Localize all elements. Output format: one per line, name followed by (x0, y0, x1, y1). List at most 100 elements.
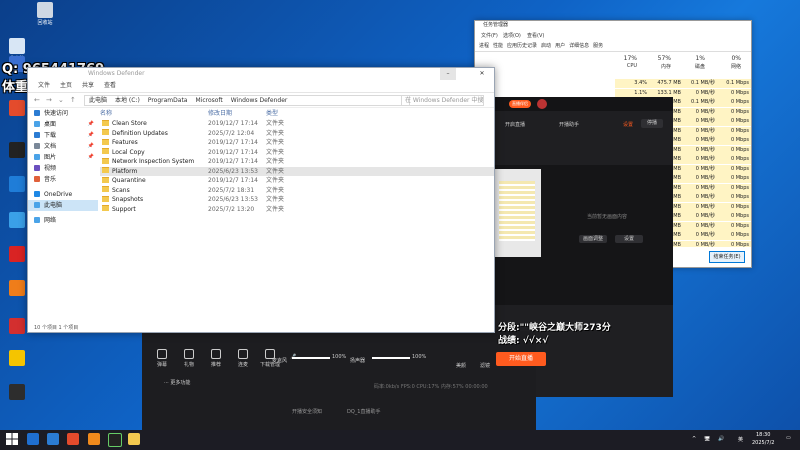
nav-item[interactable]: 此电脑 (28, 200, 98, 211)
nav-item[interactable]: 下载 📌 (28, 130, 98, 141)
folder-icon (102, 176, 109, 183)
taskbar-explorer-icon[interactable] (47, 433, 59, 445)
breadcrumb[interactable]: 此电脑 本地 (C:) ProgramData Microsoft Windows De… (84, 95, 410, 106)
nav-item[interactable]: OneDrive (28, 189, 98, 200)
close-icon[interactable]: ✕ (474, 68, 490, 80)
nav-item[interactable]: 音乐 (28, 174, 98, 185)
task-manager-tab[interactable]: 启动 (541, 41, 551, 51)
desktop-icon[interactable] (0, 350, 34, 368)
breadcrumb-item[interactable]: ProgramData (148, 97, 188, 104)
menu-file[interactable]: 文件(F) (481, 32, 498, 39)
feature-button[interactable]: 连麦 (231, 349, 255, 368)
task-manager-tab[interactable]: 用户 (555, 41, 565, 51)
breadcrumb-item[interactable]: Microsoft (195, 97, 222, 104)
disk-label[interactable]: 磁盘 (683, 63, 705, 70)
mic-slider[interactable] (292, 357, 330, 359)
search-input[interactable]: 在 Windows Defender 中搜索 (401, 95, 484, 106)
file-type: 文件夹 (266, 196, 285, 203)
file-row[interactable]: Clean Store 2019/12/7 17:14 文件夹 (100, 119, 494, 129)
taskbar-app-icon[interactable] (108, 433, 122, 447)
column-name[interactable]: 名称 (100, 108, 112, 119)
notification-icon[interactable]: ▭ (786, 435, 791, 441)
breadcrumb-item[interactable]: 此电脑 (89, 97, 107, 104)
nav-item[interactable]: 视频 (28, 163, 98, 174)
desktop-icon[interactable]: 回收站 (28, 2, 62, 26)
minimize-button[interactable]: – (440, 68, 456, 80)
adjust-button[interactable]: 画面调整 (579, 235, 607, 243)
ribbon-tab[interactable]: 共享 (82, 80, 94, 92)
beauty-button[interactable]: 美颜 (456, 362, 466, 369)
file-row[interactable]: Support 2025/7/2 13:20 文件夹 (100, 205, 494, 215)
process-cell: 0 MB/秒 (683, 88, 717, 98)
file-row[interactable]: Snapshots 2025/6/23 13:53 文件夹 (100, 195, 494, 205)
nav-item[interactable]: 网络 (28, 215, 98, 226)
cpu-label[interactable]: CPU (615, 63, 637, 69)
file-row[interactable]: Features 2019/12/7 17:14 文件夹 (100, 138, 494, 148)
file-row[interactable]: Network Inspection System 2019/12/7 17:14… (100, 157, 494, 167)
memory-label[interactable]: 内存 (649, 63, 671, 70)
user-avatar[interactable] (537, 99, 547, 109)
recent-chevron-icon[interactable]: ⌄ (58, 96, 64, 104)
desktop-icon[interactable] (0, 384, 34, 402)
footer-assistant-link[interactable]: DQ_1直播助手 (347, 408, 380, 415)
tab-assistant[interactable]: 开播助手 (559, 121, 579, 128)
nav-item[interactable]: 文档 📌 (28, 141, 98, 152)
file-explorer-window[interactable]: Windows Defender – ✕ 文件 主页 共享 查看 ← → ⌄ ↑ 此电… (27, 67, 495, 333)
task-manager-tab[interactable]: 应用历史记录 (507, 41, 537, 51)
forward-arrow-icon[interactable]: → (46, 96, 52, 104)
clock-time[interactable]: 18:30 (756, 432, 770, 438)
feature-button[interactable]: 推荐 (204, 349, 228, 368)
process-cell: 0 MB/秒 (683, 117, 717, 126)
start-live-button[interactable]: 开始直播 (496, 352, 546, 366)
clock-date[interactable]: 2025/7/2 (752, 440, 774, 446)
back-arrow-icon[interactable]: ← (34, 96, 40, 104)
ime-language[interactable]: 英 (738, 436, 743, 443)
feature-button[interactable]: 礼物 (177, 349, 201, 368)
filter-button[interactable]: 滤镜 (480, 362, 490, 369)
menu-options[interactable]: 选项(O) (503, 32, 521, 39)
ribbon-tab[interactable]: 主页 (60, 80, 72, 92)
network-icon[interactable]: 🖥 (704, 436, 710, 442)
ribbon-tab[interactable]: 文件 (38, 80, 50, 92)
task-manager-tab[interactable]: 进程 (479, 41, 489, 51)
nav-item[interactable]: 桌面 📌 (28, 119, 98, 130)
tab-start-live[interactable]: 开启直播 (505, 121, 525, 128)
streaming-app-bottom-panel[interactable]: 弹幕礼物推荐连麦下载管理 ··· 更多功能 麦克风 🎤 100% 扬声器 100… (142, 331, 546, 430)
column-type[interactable]: 类型 (266, 108, 278, 119)
file-row[interactable]: Quarantine 2019/12/7 17:14 文件夹 (100, 176, 494, 186)
nav-item[interactable]: 图片 📌 (28, 152, 98, 163)
more-features[interactable]: ··· 更多功能 (164, 379, 190, 386)
task-manager-tab[interactable]: 详细信息 (569, 41, 589, 51)
speaker-slider[interactable] (372, 357, 410, 359)
feature-button[interactable]: 弹幕 (150, 349, 174, 368)
ribbon-tab[interactable]: 查看 (104, 80, 116, 92)
start-windows-icon[interactable] (6, 433, 18, 445)
task-manager-tab[interactable]: 服务 (593, 41, 603, 51)
feature-icon (157, 349, 167, 359)
file-row[interactable]: Platform 2025/6/23 13:53 文件夹 (100, 166, 494, 176)
taskbar-app-icon[interactable] (27, 433, 39, 445)
explorer-ribbon: 文件 主页 共享 查看 (28, 80, 494, 93)
taskbar-folder-icon[interactable] (128, 433, 140, 445)
volume-icon[interactable]: 🔊 (718, 436, 724, 442)
breadcrumb-item[interactable]: Windows Defender (231, 97, 288, 104)
process-row[interactable]: 3.4% 475.7 MB 0.1 MB/秒 0.1 Mbps (475, 79, 751, 88)
tray-chevron-icon[interactable]: ^ (692, 436, 696, 442)
breadcrumb-item[interactable]: 本地 (C:) (115, 97, 140, 104)
column-date[interactable]: 修改日期 (208, 108, 232, 119)
file-row[interactable]: Definition Updates 2025/7/2 12:04 文件夹 (100, 129, 494, 139)
menu-view[interactable]: 查看(V) (527, 32, 544, 39)
file-row[interactable]: Local Copy 2019/12/7 17:14 文件夹 (100, 148, 494, 158)
task-manager-tab[interactable]: 性能 (493, 41, 503, 51)
network-label[interactable]: 网络 (719, 63, 741, 70)
preview-settings-button[interactable]: 设置 (615, 235, 643, 243)
taskbar-live-app-icon[interactable] (67, 433, 79, 445)
up-arrow-icon[interactable]: ↑ (70, 96, 76, 104)
pause-button[interactable]: 停播 (641, 119, 663, 128)
file-row[interactable]: Scans 2025/7/2 18:31 文件夹 (100, 186, 494, 196)
tab-settings[interactable]: 设置 (623, 121, 633, 128)
taskbar-app-icon[interactable] (88, 433, 100, 445)
nav-item[interactable]: 快速访问 (28, 108, 98, 119)
footer-safety-link[interactable]: 开播安全须知 (292, 408, 322, 415)
end-task-button[interactable]: 结束任务(E) (709, 251, 745, 263)
